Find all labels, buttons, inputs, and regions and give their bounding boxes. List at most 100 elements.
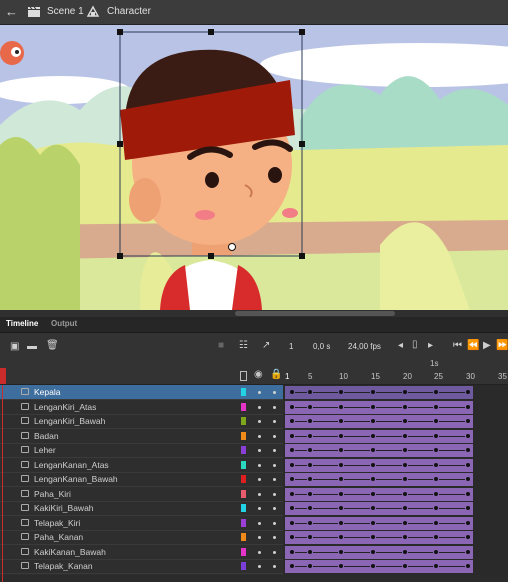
step-forward-icon[interactable]: ⏩	[496, 340, 508, 351]
outline-toggle-icon[interactable]	[240, 371, 247, 381]
keyframe[interactable]	[434, 462, 438, 467]
frame-row[interactable]	[283, 414, 508, 429]
layer-color-swatch[interactable]	[241, 518, 246, 527]
visibility-toggle[interactable]	[258, 478, 261, 481]
visibility-toggle[interactable]	[258, 434, 261, 438]
keyframe[interactable]	[403, 520, 407, 525]
lock-toggle[interactable]	[273, 478, 276, 481]
layer-name[interactable]: Paha_Kanan	[34, 532, 83, 542]
keyframe[interactable]	[403, 506, 407, 510]
layer-color-swatch[interactable]	[241, 504, 246, 512]
keyframe[interactable]	[466, 520, 470, 525]
layer-name[interactable]: Paha_Kiri	[34, 489, 71, 499]
keyframe[interactable]	[339, 404, 343, 409]
frame-row[interactable]	[283, 530, 508, 545]
layer-color-swatch[interactable]	[241, 431, 246, 440]
layer-name[interactable]: Telapak_Kanan	[34, 561, 93, 571]
frame-row[interactable]	[283, 443, 508, 458]
keyframe[interactable]	[371, 491, 375, 496]
keyframe[interactable]	[371, 448, 375, 452]
layer-color-swatch[interactable]	[241, 475, 246, 483]
keyframe[interactable]	[403, 448, 407, 452]
layer-parenting-icon[interactable]: ☷	[239, 340, 248, 351]
symbol-link[interactable]: Character	[107, 6, 151, 17]
keyframe[interactable]	[339, 535, 343, 539]
keyframe[interactable]	[403, 390, 407, 394]
tab-output[interactable]: Output	[51, 319, 77, 328]
keyframe[interactable]	[290, 448, 294, 452]
visibility-toggle[interactable]	[258, 536, 261, 539]
frames-grid[interactable]	[283, 385, 508, 575]
next-keyframe-icon[interactable]: ▸	[428, 340, 433, 351]
lock-toggle[interactable]	[273, 405, 276, 409]
stage-scrollbar[interactable]	[0, 310, 508, 317]
keyframe[interactable]	[466, 549, 470, 554]
keyframe[interactable]	[290, 506, 294, 510]
keyframe[interactable]	[466, 448, 470, 452]
layer-name[interactable]: Kepala	[34, 387, 60, 397]
lock-icon[interactable]: 🔒	[270, 369, 282, 380]
frame-row[interactable]	[283, 472, 508, 487]
layer-row[interactable]: Paha_Kiri	[0, 487, 283, 502]
keyframe[interactable]	[403, 462, 407, 467]
lock-toggle[interactable]	[273, 550, 276, 554]
layer-row[interactable]: Leher	[0, 443, 283, 458]
step-back-icon[interactable]: ⏪	[467, 340, 479, 351]
keyframe[interactable]	[339, 564, 343, 568]
layer-name[interactable]: Telapak_Kiri	[34, 518, 80, 528]
lock-toggle[interactable]	[273, 492, 276, 496]
keyframe[interactable]	[290, 564, 294, 568]
layer-name[interactable]: Badan	[34, 431, 59, 441]
keyframe[interactable]	[339, 477, 343, 481]
visibility-toggle[interactable]	[258, 449, 261, 452]
visibility-toggle[interactable]	[258, 492, 261, 496]
layer-row[interactable]: Badan	[0, 429, 283, 444]
keyframe[interactable]	[371, 535, 375, 539]
frame-row[interactable]	[283, 429, 508, 444]
keyframe[interactable]	[290, 520, 294, 525]
layer-color-swatch[interactable]	[241, 417, 246, 425]
layer-row[interactable]: Kepala	[0, 385, 283, 400]
keyframe[interactable]	[434, 506, 438, 510]
keyframe[interactable]	[371, 433, 375, 438]
keyframe[interactable]	[403, 549, 407, 554]
current-time[interactable]: 0,0 s	[313, 342, 330, 351]
keyframe[interactable]	[290, 462, 294, 467]
keyframe[interactable]	[434, 433, 438, 438]
keyframe[interactable]	[339, 462, 343, 467]
frame-rate[interactable]: 24,00 fps	[348, 342, 381, 351]
keyframe[interactable]	[371, 520, 375, 525]
lock-toggle[interactable]	[273, 507, 276, 510]
frame-row[interactable]	[283, 559, 508, 574]
keyframe[interactable]	[434, 549, 438, 554]
keyframe[interactable]	[308, 390, 312, 394]
first-frame-icon[interactable]: ⏮	[453, 340, 462, 351]
frame-row[interactable]	[283, 487, 508, 502]
frame-ruler[interactable]: 1s 1 5 10 15 20 25 30 35	[283, 359, 508, 385]
visibility-toggle[interactable]	[258, 405, 261, 409]
current-frame[interactable]: 1	[289, 342, 293, 351]
keyframe[interactable]	[403, 491, 407, 496]
lock-toggle[interactable]	[273, 521, 276, 525]
play-icon[interactable]: ▶	[483, 340, 491, 351]
keyframe[interactable]	[434, 520, 438, 525]
keyframe[interactable]	[371, 477, 375, 481]
lock-toggle[interactable]	[273, 434, 276, 438]
keyframe[interactable]	[403, 419, 407, 423]
new-layer-icon[interactable]: ▣	[10, 341, 19, 352]
layer-row[interactable]: LenganKiri_Bawah	[0, 414, 283, 429]
keyframe[interactable]	[434, 419, 438, 423]
keyframe[interactable]	[403, 433, 407, 438]
keyframe[interactable]	[308, 477, 312, 481]
layer-name[interactable]: LenganKiri_Atas	[34, 402, 96, 412]
keyframe[interactable]	[339, 491, 343, 496]
frame-row[interactable]	[283, 545, 508, 560]
lock-toggle[interactable]	[273, 463, 276, 467]
visibility-toggle[interactable]	[258, 550, 261, 554]
lock-toggle[interactable]	[273, 420, 276, 423]
keyframe[interactable]	[434, 564, 438, 568]
keyframe[interactable]	[371, 549, 375, 554]
keyframe[interactable]	[290, 419, 294, 423]
layer-row[interactable]: KakiKanan_Bawah	[0, 545, 283, 560]
keyframe[interactable]	[403, 477, 407, 481]
